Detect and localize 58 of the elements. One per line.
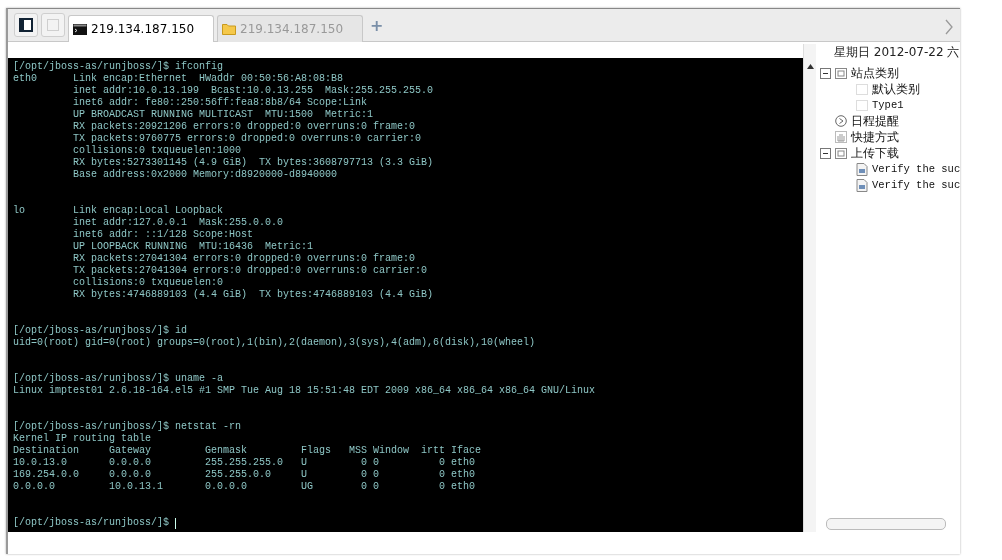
terminal-line: 10.0.13.0 0.0.0.0 255.255.255.0 U 0 0 0 eth0 (13, 457, 476, 469)
terminal-line: lo Link encap:Local Loopback (13, 205, 224, 217)
date-text: 星期日 2012-07-22 六 (833, 44, 961, 60)
folder-icon (222, 23, 236, 35)
terminal-line: UP LOOPBACK RUNNING MTU:16436 Metric:1 (72, 241, 314, 253)
tree-item[interactable]: Type1 (872, 99, 904, 111)
terminal-line: [/opt/jboss-as/runjboss/]$ ifconfig (13, 61, 224, 73)
terminal-line: inet addr:10.0.13.199 Bcast:10.0.13.255 Mask:255.255.255.0 (72, 85, 434, 97)
tree-item[interactable]: Verify the suc (872, 179, 961, 191)
terminal-line: inet6 addr: ::1/128 Scope:Host (72, 229, 254, 241)
terminal-line: RX packets:27041304 errors:0 dropped:0 overruns:0 frame:0 (72, 253, 416, 265)
terminal-line: RX packets:20921206 errors:0 dropped:0 overruns:0 frame:0 (72, 121, 416, 133)
dotted-square-icon (47, 19, 59, 31)
tree-item[interactable]: 快捷方式 (851, 128, 899, 146)
sidebar-toggle-button[interactable] (14, 13, 38, 37)
tree-item[interactable]: 上传下载 (851, 144, 899, 162)
dotted-square-icon (856, 99, 868, 111)
tree-item[interactable]: 默认类别 (872, 80, 920, 98)
terminal-line: 169.254.0.0 0.0.0.0 255.255.0.0 U 0 0 0 eth0 (13, 469, 476, 481)
text-cursor (175, 517, 177, 529)
collapse-toggle[interactable] (820, 147, 831, 159)
terminal-line: TX packets:27041304 errors:0 dropped:0 overruns:0 carrier:0 (72, 265, 428, 277)
tree-item[interactable]: Verify the suc (872, 163, 961, 175)
horizontal-scrollbar[interactable] (826, 518, 947, 530)
panel-icon (19, 18, 33, 32)
terminal-line: [/opt/jboss-as/runjboss/]$ id (13, 325, 188, 337)
terminal-line: 0.0.0.0 10.0.13.1 0.0.0.0 UG 0 0 0 eth0 (13, 481, 476, 493)
terminal-line: RX bytes:4746889103 (4.4 GiB) TX bytes:4746889103 (4.4 GiB) (72, 289, 434, 301)
terminal-line: inet addr:127.0.0.1 Mask:255.0.0.0 (72, 217, 284, 229)
terminal-prompt: [/opt/jboss-as/runjboss/]$ (13, 517, 170, 529)
panel-icon (835, 147, 847, 159)
clock-icon (835, 115, 847, 127)
terminal-line: Destination Gateway Genmask Flags MSS Window irtt Iface (13, 445, 482, 457)
vertical-scrollbar[interactable] (803, 44, 816, 532)
terminal-line: UP BROADCAST RUNNING MULTICAST MTU:1500 Metric:1 (72, 109, 374, 121)
tree-item[interactable]: 日程提醒 (851, 112, 899, 130)
terminal-line: inet6 addr: fe80::250:56ff:fea8:8b8/64 Scope:Link (72, 97, 368, 109)
terminal-line: eth0 Link encap:Ethernet HWaddr 00:50:56:A8:08:B8 (13, 73, 344, 85)
terminal-line: Kernel IP routing table (13, 433, 152, 445)
terminal-line: [/opt/jboss-as/runjboss/]$ netstat -rn (13, 421, 242, 433)
document-icon (856, 178, 868, 192)
terminal-screen[interactable] (8, 58, 803, 532)
terminal-line: RX bytes:5273301145 (4.9 GiB) TX bytes:3608797713 (3.3 GiB) (72, 157, 434, 169)
tree-item[interactable]: 站点类别 (851, 64, 899, 82)
terminal-line: Linux imptest01 2.6.18-164.el5 #1 SMP Tue Aug 18 15:51:48 EDT 2009 x86_64 x86_64 x86_64 GNU/Linux (13, 385, 596, 397)
scroll-up-icon[interactable] (806, 64, 814, 69)
terminal-line: collisions:0 txqueuelen:0 (72, 277, 224, 289)
terminal-line: [/opt/jboss-as/runjboss/]$ uname -a (13, 373, 224, 385)
session-tab[interactable]: 219.134.187.150 (68, 15, 214, 42)
dotted-square-icon (856, 83, 868, 95)
panel-icon (835, 67, 847, 79)
collapse-toggle[interactable] (820, 67, 831, 79)
terminal-line: Base address:0x2000 Memory:d8920000-d8940000 (72, 169, 338, 181)
terminal-line: collisions:0 txqueuelen:1000 (72, 145, 242, 157)
document-icon (856, 162, 868, 176)
terminal-line: TX packets:9760775 errors:0 dropped:0 overruns:0 carrier:0 (72, 133, 422, 145)
terminal-line: uid=0(root) gid=0(root) groups=0(root),1(bin),2(daemon),3(sys),4(adm),6(disk),10(wheel) (13, 337, 536, 349)
terminal-icon (73, 23, 87, 35)
